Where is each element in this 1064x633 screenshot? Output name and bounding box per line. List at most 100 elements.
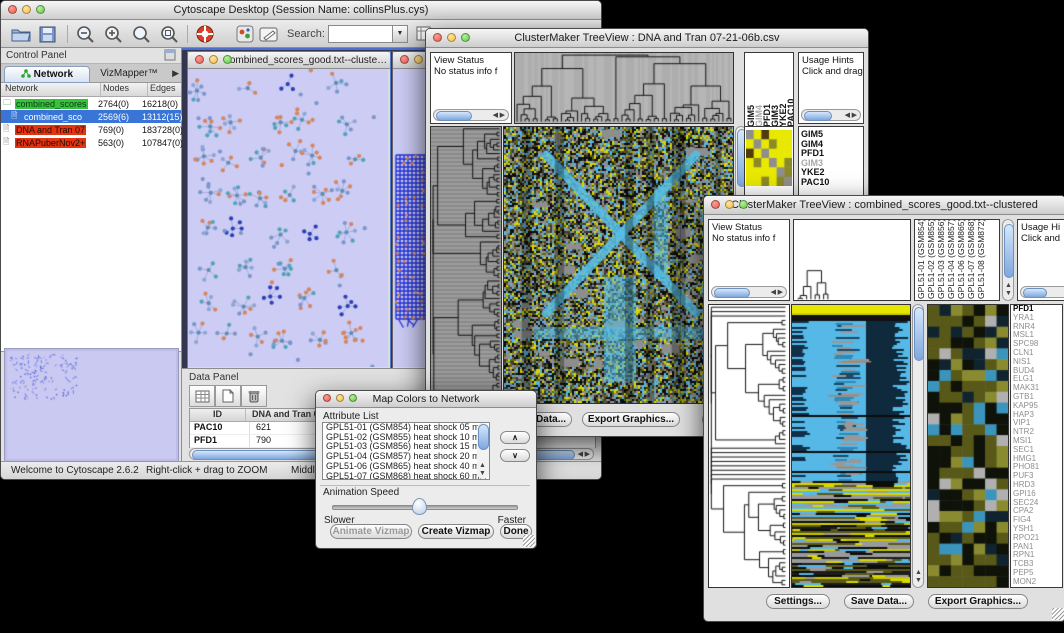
- treeview2-vscrollbar[interactable]: ▲▼: [912, 304, 924, 588]
- zoom-button[interactable]: [739, 200, 748, 209]
- close-button[interactable]: [323, 394, 331, 402]
- usage-hints-hscrollbar[interactable]: ◀▶: [801, 109, 861, 121]
- zoom-button[interactable]: [223, 55, 232, 64]
- settings-button[interactable]: Settings...: [766, 594, 830, 609]
- tab-network[interactable]: Network: [4, 66, 90, 83]
- treeview1-titlebar[interactable]: ClusterMaker TreeView : DNA and Tran 07-…: [426, 29, 868, 48]
- resize-grip[interactable]: [1052, 608, 1064, 620]
- treeview2-row-dendrogram[interactable]: [708, 304, 790, 588]
- gene-label[interactable]: PAC10: [799, 178, 863, 188]
- array-label: GPL51-07 (GSM868): [966, 221, 976, 299]
- table-header-id[interactable]: ID: [190, 409, 246, 421]
- network-name: combined_scores: [15, 99, 88, 109]
- minimize-button[interactable]: [414, 55, 423, 64]
- network-list-row[interactable]: 🗀combined_scores2764(0)16218(0): [1, 97, 181, 110]
- desktop: Cytoscape Desktop (Session Name: collins…: [0, 0, 1064, 633]
- network-window-1: combined_scores_good.txt--cluste…: [187, 51, 391, 369]
- treeview1-zoom-heatmap[interactable]: [746, 130, 792, 186]
- close-button[interactable]: [195, 55, 204, 64]
- create-vizmap-button[interactable]: Create Vizmap: [418, 524, 494, 539]
- view-status-hscrollbar[interactable]: ◀▶: [433, 109, 509, 121]
- cytoscape-titlebar[interactable]: Cytoscape Desktop (Session Name: collins…: [1, 1, 601, 20]
- array-label: GPL51-04 (GSM857): [946, 221, 956, 299]
- gene-label[interactable]: MON2: [1011, 578, 1062, 587]
- network-edges: 16218(0): [142, 99, 178, 109]
- treeview2-titlebar[interactable]: ClusterMaker TreeView : combined_scores_…: [704, 196, 1064, 215]
- view-status-title: View Status: [434, 55, 484, 66]
- view-status-hscrollbar[interactable]: ◀▶: [711, 286, 787, 298]
- status-hint-zoom: Right-click + drag to ZOOM: [146, 465, 267, 476]
- zoom-selected-icon[interactable]: [157, 23, 181, 45]
- col-header-edges[interactable]: Edges: [148, 83, 181, 96]
- col-header-nodes[interactable]: Nodes: [101, 83, 148, 96]
- export-graphics-button[interactable]: Export Graphics...: [582, 412, 680, 427]
- birds-eye-view[interactable]: [4, 348, 179, 462]
- network-list-row[interactable]: 🗎combined_sco2569(6)13112(15): [1, 110, 181, 123]
- network-nodes: 563(0): [98, 138, 124, 148]
- close-button[interactable]: [400, 55, 409, 64]
- network-nodes: 2569(6): [98, 112, 129, 122]
- close-button[interactable]: [8, 5, 17, 14]
- view-status-text: No status info f: [712, 233, 775, 244]
- tab-vizmapper[interactable]: VizMapper™: [91, 66, 167, 81]
- treeview2-labels-vscrollbar[interactable]: ▲▼: [1002, 219, 1014, 301]
- treeview2-zoom-heatmap[interactable]: [927, 304, 1009, 588]
- array-label: GPL51-02 (GSM855): [926, 221, 936, 299]
- close-button[interactable]: [433, 33, 442, 42]
- minimize-button[interactable]: [336, 394, 344, 402]
- treeview1-global-heatmap[interactable]: [503, 126, 734, 404]
- zoom-out-icon[interactable]: [73, 23, 97, 45]
- network-canvas[interactable]: [188, 69, 388, 367]
- treeview2-window: ClusterMaker TreeView : combined_scores_…: [703, 195, 1064, 622]
- annotation-icon[interactable]: [257, 23, 281, 45]
- zoom-button[interactable]: [36, 5, 45, 14]
- animate-vizmap-button[interactable]: Animate Vizmap: [330, 524, 412, 539]
- zoom-button[interactable]: [349, 394, 357, 402]
- treeview2-global-heatmap[interactable]: [791, 304, 911, 588]
- attribute-list: GPL51-01 (GSM854) heat shock 05 minGPL51…: [322, 422, 490, 480]
- search-dropdown-button[interactable]: ▼: [392, 25, 408, 43]
- minimize-button[interactable]: [725, 200, 734, 209]
- zoom-button[interactable]: [461, 33, 470, 42]
- col-header-network[interactable]: Network: [1, 83, 101, 96]
- zoom-in-icon[interactable]: [101, 23, 125, 45]
- resize-grip[interactable]: [523, 535, 535, 547]
- search-input[interactable]: [328, 25, 396, 43]
- dialog-titlebar[interactable]: Map Colors to Network: [316, 391, 536, 408]
- attribute-list-vscrollbar[interactable]: ▲▼: [477, 423, 489, 479]
- delete-attribute-trash-icon[interactable]: [241, 385, 267, 407]
- move-up-button[interactable]: ∧: [500, 431, 530, 444]
- array-label: GPL51-03 (GSM856): [936, 221, 946, 299]
- animation-speed-slider-thumb[interactable]: [412, 498, 427, 515]
- vizmapper-icon[interactable]: [233, 23, 257, 45]
- attribute-table-icon[interactable]: [189, 385, 215, 407]
- minimize-button[interactable]: [22, 5, 31, 14]
- help-lifesaver-icon[interactable]: [193, 23, 217, 45]
- network-list-row[interactable]: 🗎RNAPuberNov2+563(0)107847(0): [1, 136, 181, 149]
- network-name: RNAPuberNov2+: [15, 138, 86, 148]
- treeview2-column-dendrogram[interactable]: [793, 219, 911, 301]
- usage-hints-title: Usage Hi: [1021, 222, 1060, 233]
- tab-vizmapper-label: VizMapper™: [100, 68, 158, 79]
- open-session-icon[interactable]: [9, 23, 33, 45]
- control-panel: Control Panel Network VizMapper™ ▶: [1, 48, 182, 461]
- data-panel-title: Data Panel: [189, 372, 238, 383]
- network-edges: 107847(0): [142, 138, 183, 148]
- close-button[interactable]: [711, 200, 720, 209]
- save-session-icon[interactable]: [35, 23, 59, 45]
- zoom-fit-icon[interactable]: [129, 23, 153, 45]
- minimize-button[interactable]: [447, 33, 456, 42]
- save-data-button[interactable]: Save Data...: [844, 594, 914, 609]
- move-down-button[interactable]: ∨: [500, 449, 530, 462]
- usage-hints-hscrollbar[interactable]: [1020, 286, 1064, 298]
- attribute-item[interactable]: GPL51-07 (GSM868) heat shock 60 min: [323, 472, 489, 480]
- network-list-row[interactable]: 🗎DNA and Tran 07769(0)183728(0): [1, 123, 181, 136]
- treeview1-row-dendrogram[interactable]: [430, 126, 502, 404]
- float-panel-icon[interactable]: [164, 49, 176, 61]
- network-window-1-titlebar[interactable]: combined_scores_good.txt--cluste…: [188, 52, 390, 69]
- minimize-button[interactable]: [209, 55, 218, 64]
- export-graphics-button[interactable]: Export Graphics...: [928, 594, 1028, 609]
- new-attribute-icon[interactable]: [215, 385, 241, 407]
- treeview1-column-dendrogram[interactable]: [514, 52, 734, 124]
- tab-overflow-icon[interactable]: ▶: [172, 68, 179, 79]
